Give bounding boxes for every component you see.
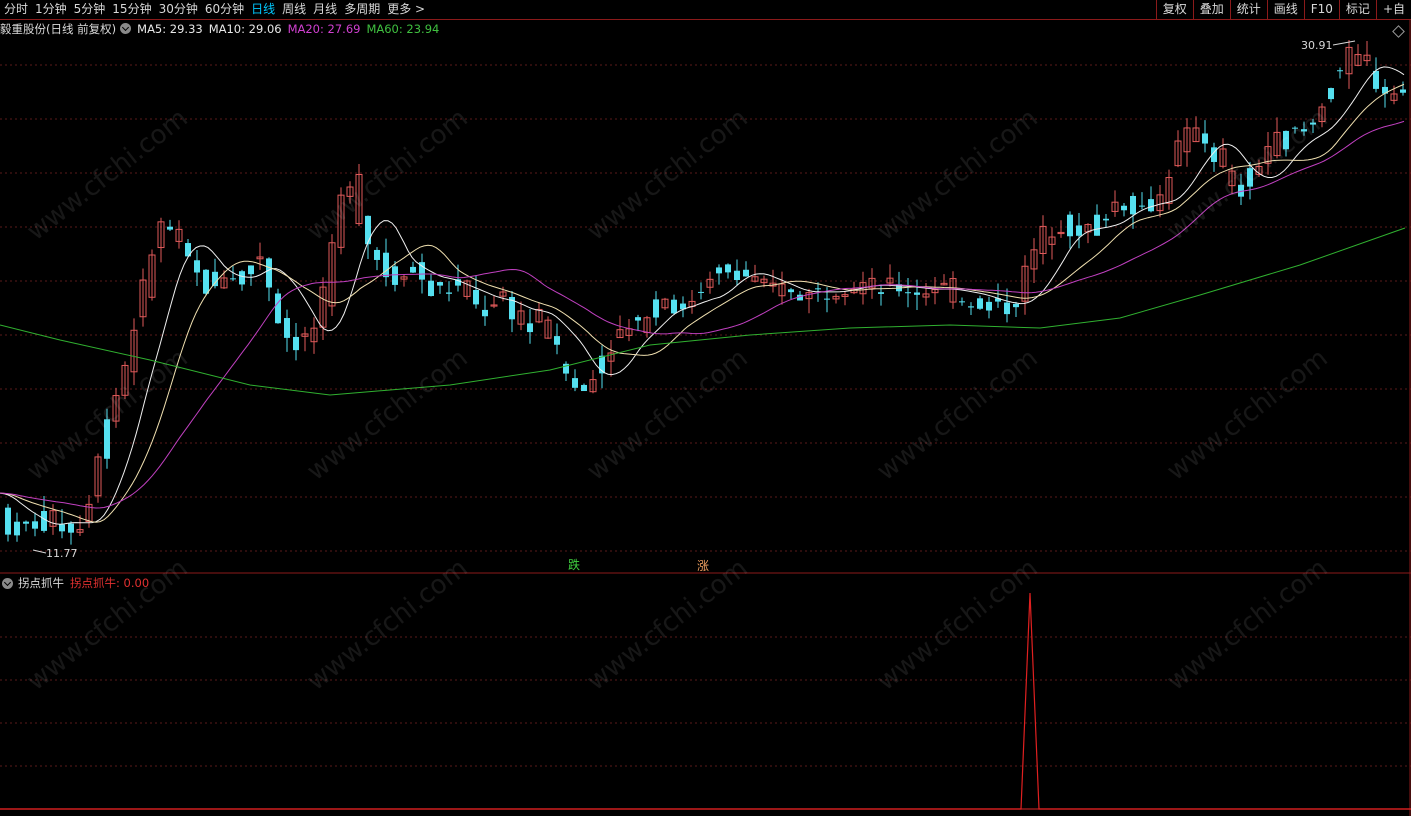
candle-body [653,299,659,318]
candle-body [5,507,11,535]
candle-body [635,317,641,321]
candle-body [815,288,821,290]
candle-body [914,292,920,295]
candle-body [383,252,389,278]
candle-body [1328,88,1334,100]
candle-body [482,309,488,317]
candle-body [41,511,47,531]
candle-body [239,271,245,285]
candle-body [1013,303,1019,308]
candle-body [194,260,200,273]
candle-body [671,299,677,314]
candle-body [1148,199,1154,212]
candle-body [212,271,218,287]
candle-body [788,289,794,293]
candle-body [293,336,299,351]
candle-body [725,264,731,273]
candle-body [284,318,290,338]
candle-body [248,265,254,275]
candle-body [1373,70,1379,89]
candle-body [374,249,380,260]
candle-body [1004,302,1010,315]
candle-body [734,270,740,281]
candle-body [824,298,830,300]
candlestick-chart[interactable]: 30.91 11.77 跌 涨 [0,0,1411,816]
candle-body [446,292,452,294]
low-price-label: 11.77 [46,547,78,560]
candle-body [437,282,443,286]
candle-body [977,298,983,309]
candle-body [1094,214,1100,236]
candle-body [365,215,371,245]
candle-body [1139,205,1145,207]
candle-body [986,301,992,311]
candle-body [581,384,587,392]
candle-body [275,293,281,324]
candle-body [59,524,65,532]
high-price-label: 30.91 [1301,39,1333,52]
candle-body [968,306,974,308]
candle-body [698,291,704,293]
low-pointer [32,549,47,554]
candle-body [572,378,578,388]
candle-body [1076,225,1082,236]
candle-body [878,292,884,294]
candle-body [743,269,749,277]
candle-body [230,278,236,280]
candle-body [1202,133,1208,144]
high-pointer [1332,40,1356,46]
candle-body [473,289,479,305]
candle-body [32,521,38,529]
candle-body [1337,70,1343,72]
candle-body [1121,205,1127,211]
candle-body [410,266,416,273]
rise-marker: 涨 [697,558,709,573]
candle-body [203,269,209,294]
candle-body [716,267,722,274]
drop-marker: 跌 [568,557,580,572]
candle-body [68,523,74,533]
candle-body [1130,195,1136,215]
candle-body [905,292,911,294]
candle-body [554,336,560,345]
candle-body [527,323,533,333]
candle-body [266,258,272,288]
indicator-line [0,592,1411,810]
candle-body [1400,89,1406,93]
candle-body [1103,218,1109,221]
candle-body [1067,214,1073,237]
candle-body [959,301,965,303]
candle-body [392,266,398,285]
candle-body [428,280,434,297]
candle-body [23,521,29,524]
candle-body [167,226,173,230]
candle-body [14,521,20,536]
